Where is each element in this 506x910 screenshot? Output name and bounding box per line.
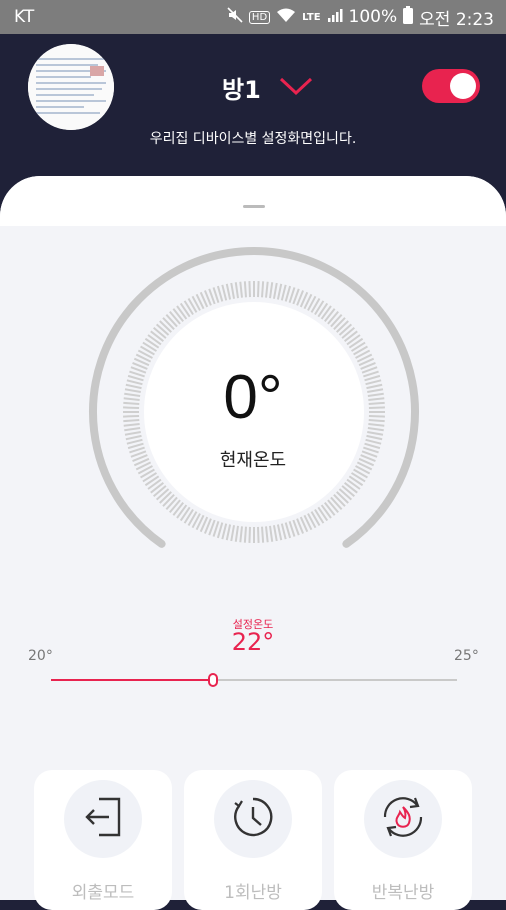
status-icons: HD LTE 100% 오전 2:23: [227, 5, 494, 30]
carrier-label: KT: [14, 7, 35, 27]
mode-buttons: 외출모드 1회난방 반복난방: [34, 770, 474, 910]
panel-top: [0, 176, 506, 226]
exit-door-icon: [81, 795, 125, 843]
slider-thumb[interactable]: [208, 673, 219, 687]
status-bar: KT HD LTE 100% 오전 2:23: [0, 0, 506, 34]
repeat-flame-icon: [379, 795, 427, 843]
chevron-down-icon[interactable]: [279, 76, 313, 100]
toggle-knob: [450, 73, 476, 99]
clock: 오전 2:23: [419, 9, 494, 30]
battery-percent: 100%: [348, 7, 398, 27]
one-time-heating-label: 1회난방: [224, 883, 282, 903]
timer-clock-icon: [231, 795, 275, 843]
repeat-heating-icon-bg: [364, 780, 442, 858]
header: 방1 우리집 디바이스별 설정화면입니다.: [0, 34, 506, 194]
one-time-heating-icon-bg: [214, 780, 292, 858]
range-min-label: 20°: [28, 648, 53, 664]
hd-icon: HD: [248, 10, 271, 24]
mute-icon: [227, 7, 243, 27]
setpoint-slider[interactable]: [51, 673, 457, 687]
repeat-heating-label: 반복난방: [371, 883, 435, 903]
away-mode-button[interactable]: 외출모드: [34, 770, 172, 910]
control-panel: 0° 현재온도 설정온도 22° 20° 25° 외출모드 1회난방 반복난방: [0, 176, 506, 910]
wifi-icon: [276, 7, 296, 27]
setpoint-value: 22°: [231, 628, 275, 656]
one-time-heating-button[interactable]: 1회난방: [184, 770, 322, 910]
power-toggle[interactable]: [422, 69, 480, 103]
battery-icon: [403, 6, 414, 28]
slider-fill: [51, 679, 214, 681]
header-subtitle: 우리집 디바이스별 설정화면입니다.: [149, 131, 357, 147]
repeat-heating-button[interactable]: 반복난방: [334, 770, 472, 910]
signal-icon: [327, 7, 343, 27]
drag-handle[interactable]: [243, 205, 265, 208]
current-temperature-label: 현재온도: [219, 450, 287, 471]
room-title: 방1: [222, 76, 261, 104]
current-temperature: 0°: [223, 363, 283, 432]
lte-label: LTE: [302, 11, 321, 23]
range-max-label: 25°: [454, 648, 479, 664]
device-avatar[interactable]: [28, 44, 114, 130]
away-mode-label: 외출모드: [71, 883, 135, 903]
away-mode-icon-bg: [64, 780, 142, 858]
room-selector[interactable]: 방1: [222, 70, 313, 105]
